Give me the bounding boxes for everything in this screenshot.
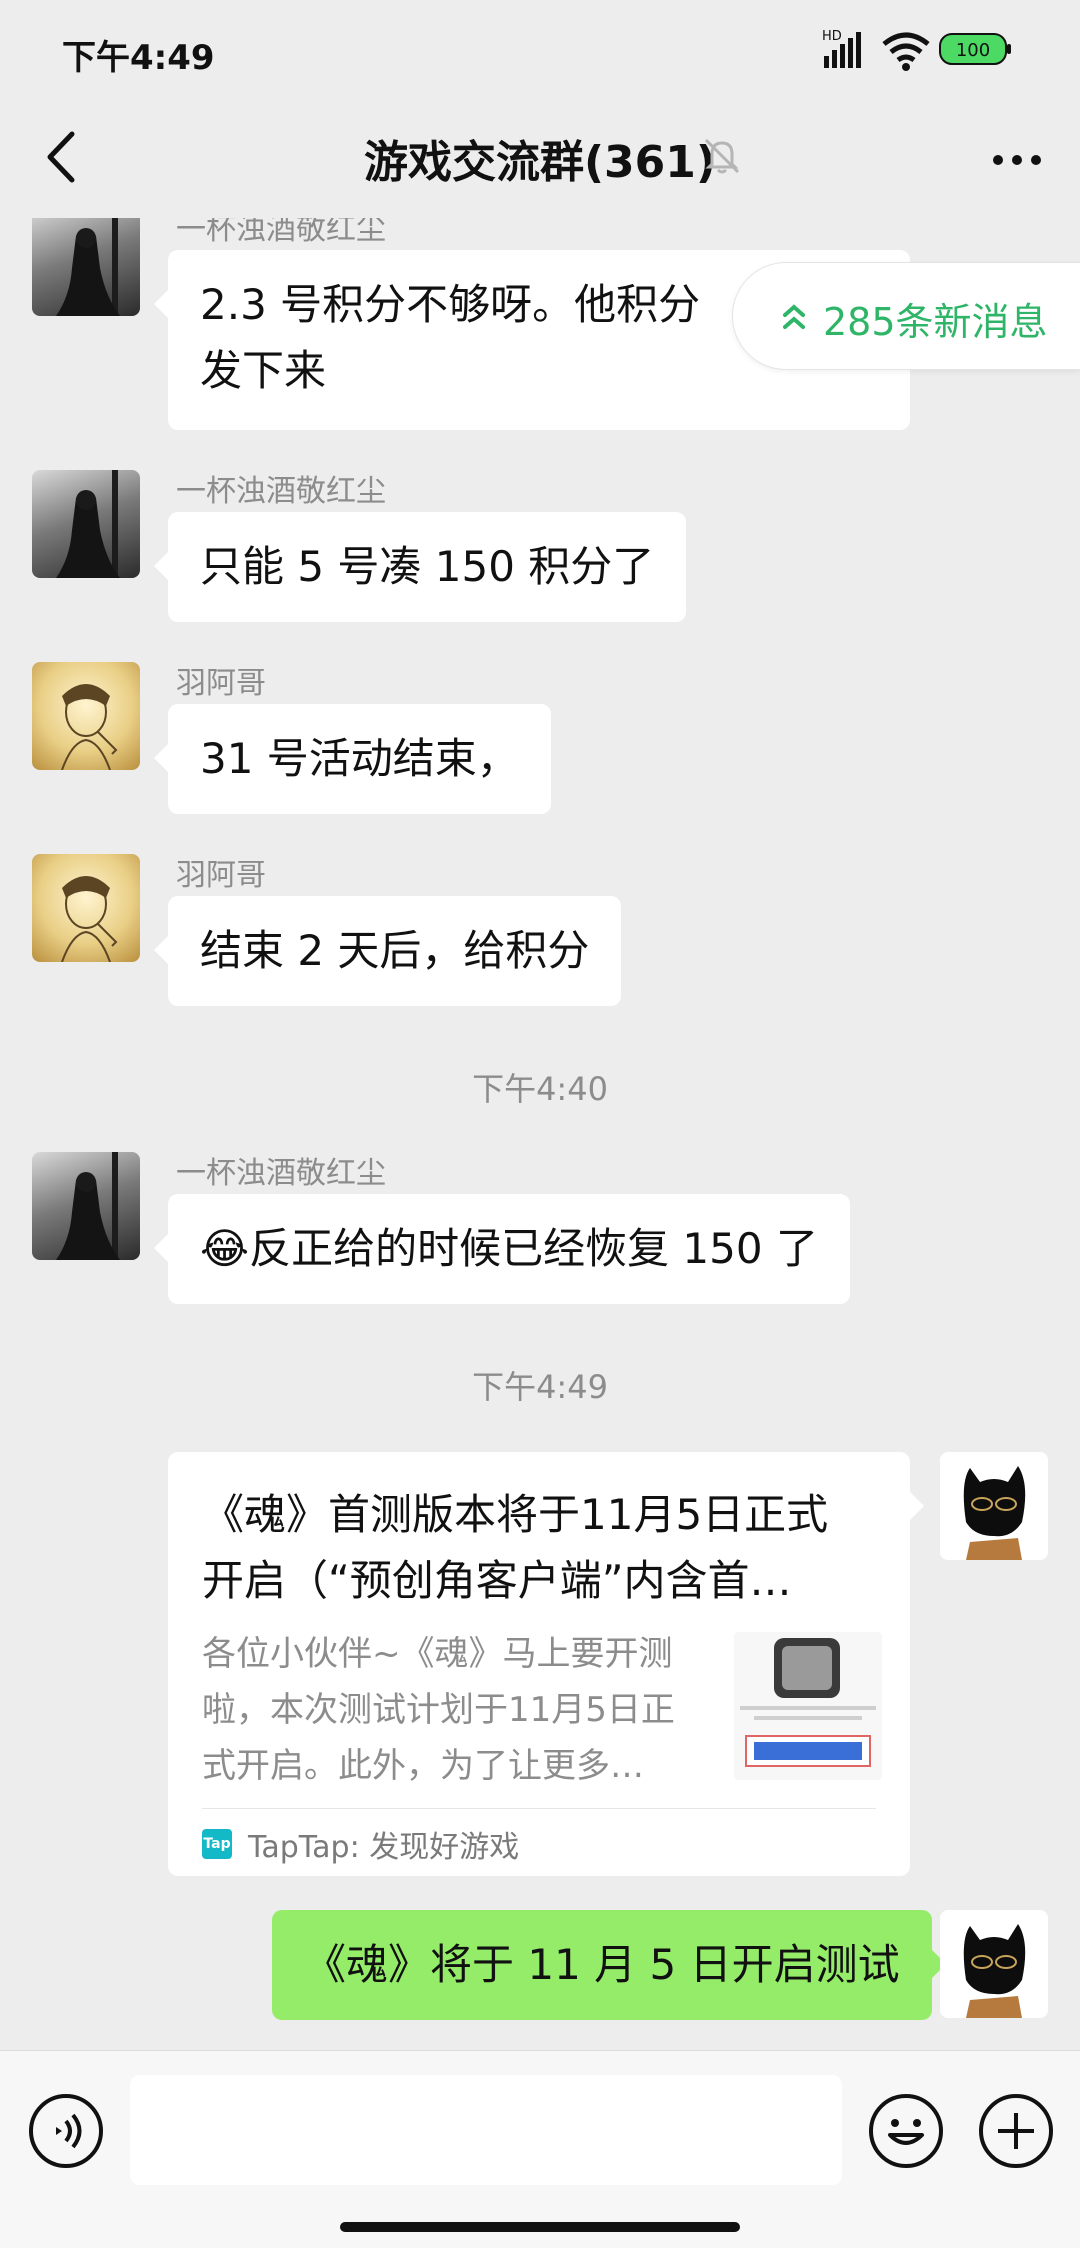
chat-header: 游戏交流群(361) [0,100,1080,218]
status-icons: HD 100 [822,26,1042,74]
message-bubble[interactable]: 31 号活动结束， [154,704,551,814]
chat-message-list[interactable]: 一杯浊酒敬红尘 2.3 号积分不够呀。他积分 发下来 285条新消息 一杯浊酒敬… [0,218,1080,2050]
message-text: 结束 2 天后，给积分 [200,926,590,975]
signal-icon: HD [822,29,861,68]
avatar[interactable] [32,470,140,578]
voice-button[interactable] [26,2091,106,2171]
home-indicator[interactable] [340,2222,740,2232]
message-input[interactable] [130,2075,842,2185]
divider [202,1808,876,1809]
avatar[interactable] [32,854,140,962]
avatar[interactable] [32,662,140,770]
sender-name: 一杯浊酒敬红尘 [176,474,386,509]
message-bubble[interactable]: 结束 2 天后，给积分 [153,896,622,1006]
chat-title: 游戏交流群(361) [363,137,717,188]
message-bubble[interactable]: 😂反正给的时候已经恢复 150 了 [154,1194,850,1304]
link-card-source: Tap TapTap: 发现好游戏 [202,1822,519,1866]
link-card-description: 各位小伙伴~《魂》马上要开测 啦，本次测试计划于11月5日正 式开启。此外，为了… [202,1634,675,1786]
svg-text:HD: HD [822,29,842,44]
plus-button[interactable] [976,2091,1056,2171]
time-separator: 下午4:40 [472,1070,608,1108]
message-text: 只能 5 号凑 150 积分了 [200,542,655,591]
avatar[interactable] [32,1152,140,1260]
voice-icon [29,2094,103,2168]
status-time: 下午4:49 [62,38,215,78]
avatar[interactable] [940,1910,1048,2018]
new-messages-button[interactable]: 285条新消息 [732,262,1080,370]
input-bar [0,2050,1080,2248]
link-card-thumbnail [734,1632,882,1780]
double-chevron-up-icon [783,304,805,329]
time-separator: 下午4:49 [472,1368,608,1406]
message-bubble[interactable]: 《魂》将于 11 月 5 日开启测试 [272,1910,946,2020]
more-button[interactable] [982,130,1052,190]
taptap-logo: Tap [202,1829,232,1859]
link-card-title: 《魂》首测版本将于11月5日正式 开启（“预创角客户端”内含首… [202,1490,829,1605]
message-text: 反正给的时候已经恢复 150 了 [249,1224,818,1273]
plus-icon [979,2094,1053,2168]
message-text: 31 号活动结束， [200,734,519,783]
status-bar: 下午4:49 HD 100 [0,0,1080,100]
more-dots-icon [993,155,1041,165]
sender-name: 一杯浊酒敬红尘 [176,218,386,247]
sender-name: 羽阿哥 [176,666,266,701]
emoji-icon [869,2094,943,2168]
svg-text:100: 100 [956,40,990,61]
message-bubble[interactable]: 只能 5 号凑 150 积分了 [153,512,687,622]
wifi-icon [882,32,930,71]
message-text: 《魂》将于 11 月 5 日开启测试 [304,1940,900,1989]
sender-name: 一杯浊酒敬红尘 [176,1156,386,1191]
emoji-button[interactable] [866,2091,946,2171]
avatar[interactable] [940,1452,1048,1560]
avatar[interactable] [32,218,140,316]
sender-name: 羽阿哥 [176,858,266,893]
link-card[interactable]: 《魂》首测版本将于11月5日正式 开启（“预创角客户端”内含首… 各位小伙伴~《… [168,1452,924,1876]
laughing-emoji-icon: 😂 [200,1224,250,1273]
bell-off-icon [700,134,744,178]
link-card-source-text: TapTap: 发现好游戏 [248,1830,520,1865]
battery-icon: 100 [939,33,1011,65]
new-messages-label: 285条新消息 [823,300,1048,344]
